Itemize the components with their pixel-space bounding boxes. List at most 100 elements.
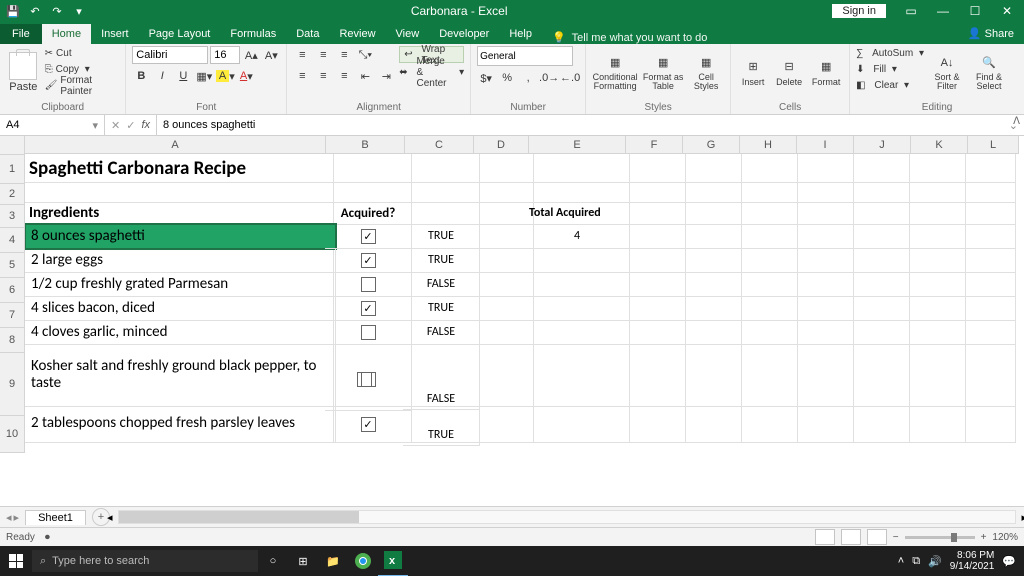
- cell-L9[interactable]: [957, 344, 1016, 407]
- name-box-dropdown-icon[interactable]: ▾: [92, 119, 98, 132]
- tab-developer[interactable]: Developer: [429, 24, 499, 44]
- fill-color-button[interactable]: A▾: [216, 67, 234, 85]
- zoom-thumb[interactable]: [951, 533, 957, 542]
- enter-formula-icon[interactable]: ✓: [126, 119, 135, 132]
- italic-button[interactable]: I: [153, 67, 171, 85]
- increase-indent-icon[interactable]: ⇥: [377, 67, 395, 85]
- cell-B2[interactable]: [325, 182, 412, 203]
- col-header-H[interactable]: H: [740, 136, 797, 154]
- cell-E7[interactable]: [525, 296, 630, 321]
- col-header-B[interactable]: B: [326, 136, 405, 154]
- font-size-input[interactable]: [210, 46, 240, 64]
- col-header-I[interactable]: I: [797, 136, 854, 154]
- col-header-L[interactable]: L: [968, 136, 1019, 154]
- cell-L7[interactable]: [957, 296, 1016, 321]
- cell-E5[interactable]: [525, 248, 630, 273]
- fill-button[interactable]: ⬇ Fill ▾: [856, 62, 924, 77]
- delete-cells-button[interactable]: ⊟Delete: [773, 46, 805, 98]
- cell-L6[interactable]: [957, 272, 1016, 297]
- zoom-slider[interactable]: [905, 536, 975, 539]
- number-format-select[interactable]: [477, 46, 573, 66]
- macro-record-icon[interactable]: ⏺: [45, 532, 50, 543]
- increase-font-icon[interactable]: A▴: [242, 46, 260, 64]
- scroll-thumb[interactable]: [119, 511, 359, 523]
- normal-view-button[interactable]: [815, 529, 835, 545]
- row-header-9[interactable]: 9: [0, 353, 25, 416]
- redo-icon[interactable]: ↷: [50, 4, 64, 18]
- checkbox-r5[interactable]: ✓: [361, 253, 376, 268]
- checkbox-r6[interactable]: [361, 277, 376, 292]
- sort-filter-button[interactable]: A↓Sort & Filter: [928, 46, 966, 98]
- cell-E3[interactable]: Total Acquired: [525, 202, 630, 225]
- col-header-J[interactable]: J: [854, 136, 911, 154]
- checkbox-r4[interactable]: ✓: [361, 229, 376, 244]
- tab-help[interactable]: Help: [499, 24, 542, 44]
- page-layout-view-button[interactable]: [841, 529, 861, 545]
- row-header-5[interactable]: 5: [0, 253, 25, 278]
- cell-B3[interactable]: Acquired?: [325, 202, 412, 225]
- qat-dropdown-icon[interactable]: ▾: [72, 4, 86, 18]
- cell-C8[interactable]: FALSE: [403, 320, 480, 345]
- cell-E6[interactable]: [525, 272, 630, 297]
- page-break-view-button[interactable]: [867, 529, 887, 545]
- tray-overflow-icon[interactable]: ˄: [898, 555, 904, 567]
- col-header-F[interactable]: F: [626, 136, 683, 154]
- cell-E9[interactable]: [525, 344, 630, 407]
- cell-A8[interactable]: 4 cloves garlic, minced: [25, 320, 336, 345]
- checkbox-r8[interactable]: [361, 325, 376, 340]
- cell-L3[interactable]: [957, 202, 1016, 225]
- share-button[interactable]: 👤 Share: [958, 23, 1024, 44]
- excel-taskbar-icon[interactable]: x: [378, 545, 408, 576]
- row-header-2[interactable]: 2: [0, 184, 25, 205]
- notifications-icon[interactable]: 💬: [1002, 555, 1016, 568]
- tab-view[interactable]: View: [386, 24, 430, 44]
- sheet-nav-prev-icon[interactable]: ◂: [6, 511, 12, 524]
- taskbar-search[interactable]: ⌕Type here to search: [32, 550, 258, 572]
- row-header-8[interactable]: 8: [0, 328, 25, 353]
- clear-button[interactable]: ◧ Clear ▾: [856, 78, 924, 93]
- currency-icon[interactable]: $▾: [477, 69, 495, 87]
- cell-A3[interactable]: Ingredients: [25, 202, 334, 225]
- cell-B6[interactable]: [325, 272, 412, 297]
- cell-A1[interactable]: Spaghetti Carbonara Recipe: [25, 154, 334, 183]
- cell-L10[interactable]: [957, 406, 1016, 443]
- start-button[interactable]: [0, 546, 32, 576]
- tell-me-box[interactable]: 💡 Tell me what you want to do: [542, 31, 717, 44]
- align-top-icon[interactable]: ≡: [293, 46, 311, 64]
- tab-data[interactable]: Data: [286, 24, 329, 44]
- cell-A7[interactable]: 4 slices bacon, diced: [25, 296, 336, 321]
- comma-icon[interactable]: ,: [519, 69, 537, 87]
- name-box[interactable]: A4▾: [0, 115, 105, 135]
- cut-button[interactable]: ✂Cut: [45, 46, 120, 61]
- scroll-left-icon[interactable]: ◂: [107, 511, 113, 524]
- underline-button[interactable]: U: [174, 67, 192, 85]
- cell-B1[interactable]: [325, 154, 412, 183]
- checkbox-r7[interactable]: ✓: [361, 301, 376, 316]
- zoom-out-icon[interactable]: −: [893, 532, 899, 543]
- network-icon[interactable]: ⧉: [912, 555, 920, 568]
- zoom-in-icon[interactable]: +: [981, 532, 987, 543]
- tab-page-layout[interactable]: Page Layout: [139, 24, 221, 44]
- tab-home[interactable]: Home: [42, 24, 91, 44]
- cell-C6[interactable]: FALSE: [403, 272, 480, 297]
- cell-C4[interactable]: TRUE: [403, 224, 480, 249]
- col-header-G[interactable]: G: [683, 136, 740, 154]
- align-bottom-icon[interactable]: ≡: [335, 46, 353, 64]
- cell-B8[interactable]: [325, 320, 412, 345]
- bold-button[interactable]: B: [132, 67, 150, 85]
- cell-C7[interactable]: TRUE: [403, 296, 480, 321]
- cell-C3[interactable]: [403, 202, 480, 225]
- cell-E2[interactable]: [525, 182, 630, 203]
- chrome-icon[interactable]: [348, 546, 378, 576]
- cell-A6[interactable]: 1/2 cup freshly grated Parmesan: [25, 272, 336, 297]
- decrease-decimal-icon[interactable]: ←.0: [561, 69, 579, 87]
- font-name-input[interactable]: [132, 46, 208, 64]
- cortana-icon[interactable]: ○: [258, 546, 288, 576]
- sign-in-button[interactable]: Sign in: [832, 4, 886, 18]
- volume-icon[interactable]: 🔊: [928, 555, 942, 568]
- select-all-corner[interactable]: [0, 136, 25, 155]
- task-view-icon[interactable]: ⊞: [288, 546, 318, 576]
- col-header-D[interactable]: D: [474, 136, 529, 154]
- paste-button[interactable]: Paste: [6, 46, 41, 98]
- tab-formulas[interactable]: Formulas: [220, 24, 286, 44]
